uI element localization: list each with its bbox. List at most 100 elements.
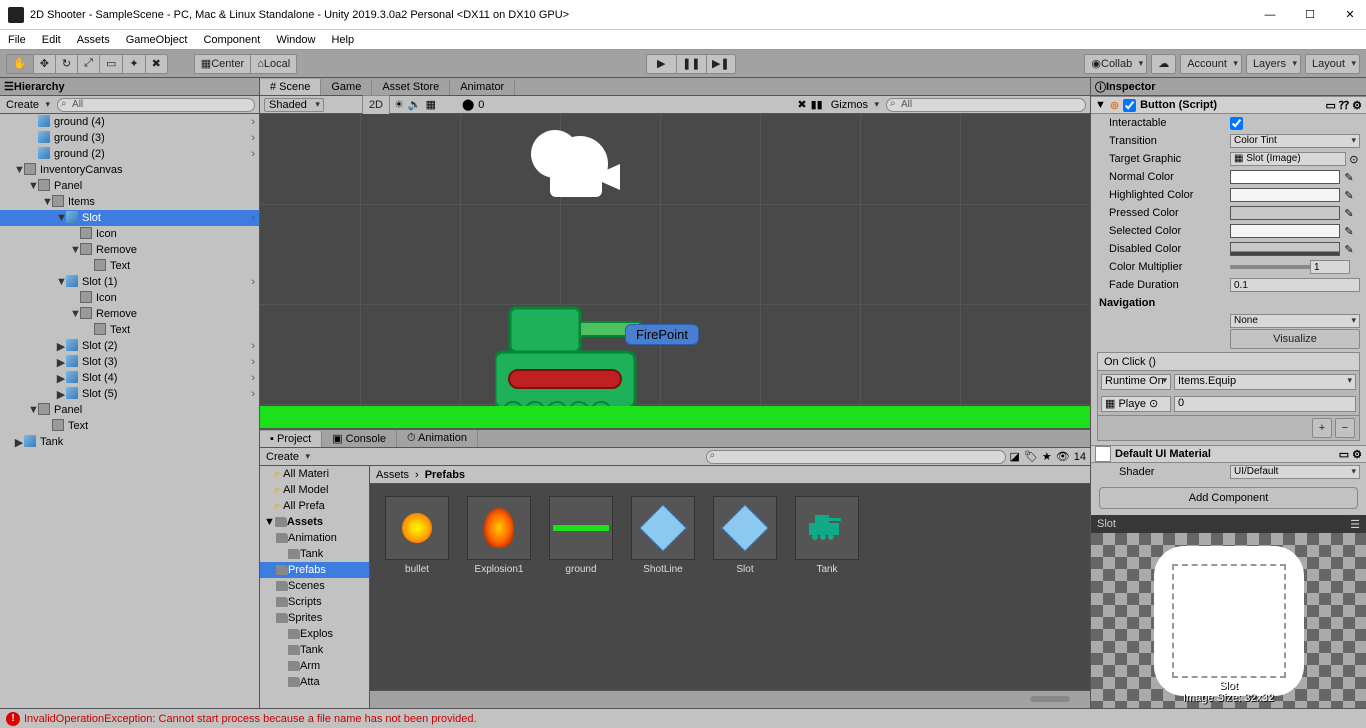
assets-root[interactable]: ▼ Assets — [260, 514, 369, 530]
render-mode[interactable]: Shaded — [264, 98, 324, 112]
onclick-arg[interactable]: 0 — [1174, 396, 1356, 412]
hierarchy-item[interactable]: ▼Remove — [0, 242, 259, 258]
filter-item[interactable]: ⌕All Model — [260, 482, 369, 498]
hierarchy-item[interactable]: ▶Slot (3)› — [0, 354, 259, 370]
hierarchy-item[interactable]: Icon — [0, 226, 259, 242]
tab-animator[interactable]: Animator — [450, 79, 515, 95]
account-dropdown[interactable]: Account — [1180, 54, 1242, 74]
menu-help[interactable]: Help — [331, 34, 354, 46]
folder-item[interactable]: Tank — [260, 642, 369, 658]
asset-tank[interactable]: Tank — [792, 496, 862, 575]
folder-item[interactable]: Sprites — [260, 610, 369, 626]
shader-dropdown[interactable]: UI/Default — [1230, 465, 1360, 479]
hierarchy-item[interactable]: Text — [0, 418, 259, 434]
hierarchy-item[interactable]: ▼Panel — [0, 178, 259, 194]
menu-window[interactable]: Window — [276, 34, 315, 46]
hierarchy-item[interactable]: Icon — [0, 290, 259, 306]
tab-project[interactable]: ▪ Project — [260, 431, 322, 447]
gizmo-icon[interactable]: ⬤ — [462, 98, 474, 111]
cloud-button[interactable]: ☁ — [1151, 54, 1176, 74]
asset-slot[interactable]: Slot — [710, 496, 780, 575]
folder-item[interactable]: Scripts — [260, 594, 369, 610]
asset-bullet[interactable]: bullet — [382, 496, 452, 575]
tab-scene[interactable]: # Scene — [260, 79, 321, 95]
scale-tool[interactable]: ⤢ — [77, 54, 99, 74]
menu-assets[interactable]: Assets — [77, 34, 110, 46]
transform-tool[interactable]: ✦ — [122, 54, 144, 74]
menu-gameobject[interactable]: GameObject — [126, 34, 188, 46]
hierarchy-item[interactable]: ▶Slot (4)› — [0, 370, 259, 386]
menu-component[interactable]: Component — [203, 34, 260, 46]
asset-explosion1[interactable]: Explosion1 — [464, 496, 534, 575]
light-toggle[interactable]: ☀ — [394, 98, 404, 111]
tab-game[interactable]: Game — [321, 79, 372, 95]
tools-icon[interactable]: ✖ — [797, 98, 806, 111]
tab-asset-store[interactable]: Asset Store — [372, 79, 450, 95]
camera-icon[interactable]: ▮▮ — [811, 98, 823, 111]
folder-item[interactable]: Arm — [260, 658, 369, 674]
label-icon[interactable]: 🏷 — [1024, 450, 1038, 463]
pivot-local[interactable]: ⌂ Local — [250, 54, 297, 74]
hierarchy-item[interactable]: Text — [0, 322, 259, 338]
tab-console[interactable]: ▣ Console — [322, 430, 397, 447]
hierarchy-item[interactable]: ground (3)› — [0, 130, 259, 146]
scene-viewport[interactable]: FirePoint — [260, 114, 1090, 428]
project-tree[interactable]: ⌕All Materi⌕All Model⌕All Prefa▼ Assets … — [260, 466, 370, 708]
pivot-center[interactable]: ▦ Center — [194, 54, 250, 74]
folder-item[interactable]: Explos — [260, 626, 369, 642]
hierarchy-tree[interactable]: ground (4)›ground (3)›ground (2)›▼Invent… — [0, 114, 259, 708]
button-component-header[interactable]: ▼⊚ Button (Script) ▭ ⁇ ⚙ — [1091, 96, 1366, 114]
hierarchy-item[interactable]: Text — [0, 258, 259, 274]
hierarchy-item[interactable]: ▶Slot (5)› — [0, 386, 259, 402]
add-component-button[interactable]: Add Component — [1099, 487, 1358, 509]
menu-edit[interactable]: Edit — [42, 34, 61, 46]
hierarchy-item[interactable]: ground (4)› — [0, 114, 259, 130]
material-header[interactable]: Default UI Material ▭ ⚙ — [1091, 445, 1366, 463]
hierarchy-item[interactable]: ▼Slot› — [0, 210, 259, 226]
mode-2d[interactable]: 2D — [362, 95, 390, 115]
close-button[interactable]: ✕ — [1342, 7, 1358, 23]
move-tool[interactable]: ✥ — [33, 54, 55, 74]
hierarchy-item[interactable]: ▶Tank — [0, 434, 259, 450]
hidden-icon[interactable]: 👁 — [1056, 450, 1070, 463]
hierarchy-search[interactable]: All — [57, 98, 255, 112]
step-button[interactable]: ▶❚ — [706, 54, 736, 74]
hierarchy-item[interactable]: ▼Panel — [0, 402, 259, 418]
remove-event[interactable]: − — [1335, 418, 1355, 438]
filter-item[interactable]: ⌕All Materi — [260, 466, 369, 482]
firepoint-label[interactable]: FirePoint — [625, 324, 699, 345]
asset-shotline[interactable]: ShotLine — [628, 496, 698, 575]
asset-grid[interactable]: bulletExplosion1groundShotLineSlotTank — [370, 484, 1090, 690]
maximize-button[interactable]: ☐ — [1302, 7, 1318, 23]
scene-search[interactable]: All — [886, 98, 1086, 112]
project-search[interactable] — [706, 450, 1006, 464]
hierarchy-item[interactable]: ground (2)› — [0, 146, 259, 162]
custom-tool[interactable]: ✖ — [145, 54, 168, 74]
menu-file[interactable]: File — [8, 34, 26, 46]
play-button[interactable]: ▶ — [646, 54, 676, 74]
filter-icon[interactable]: ◪ — [1010, 450, 1020, 463]
status-bar[interactable]: ! InvalidOperationException: Cannot star… — [0, 708, 1366, 728]
gizmos-dropdown[interactable]: Gizmos — [827, 99, 882, 111]
hierarchy-item[interactable]: ▼Remove — [0, 306, 259, 322]
add-event[interactable]: + — [1312, 418, 1332, 438]
rotate-tool[interactable]: ↻ — [55, 54, 77, 74]
asset-ground[interactable]: ground — [546, 496, 616, 575]
folder-item[interactable]: Tank — [260, 546, 369, 562]
star-icon[interactable]: ★ — [1042, 450, 1052, 463]
filter-item[interactable]: ⌕All Prefa — [260, 498, 369, 514]
project-breadcrumb[interactable]: Assets › Prefabs — [370, 466, 1090, 484]
hand-tool[interactable]: ✋ — [6, 54, 33, 74]
navigation-mode[interactable]: None — [1230, 314, 1360, 328]
folder-item[interactable]: Scenes — [260, 578, 369, 594]
thumb-size-slider[interactable] — [370, 690, 1090, 708]
audio-toggle[interactable]: 🔊 — [408, 98, 422, 111]
tab-animation[interactable]: ⏱ Animation — [397, 430, 478, 447]
folder-item[interactable]: Animation — [260, 530, 369, 546]
collab-dropdown[interactable]: ◉ Collab — [1084, 54, 1147, 74]
hierarchy-item[interactable]: ▼InventoryCanvas — [0, 162, 259, 178]
hierarchy-item[interactable]: ▼Items — [0, 194, 259, 210]
folder-item[interactable]: Atta — [260, 674, 369, 690]
component-enabled[interactable] — [1123, 99, 1136, 112]
minimize-button[interactable]: — — [1262, 7, 1278, 23]
